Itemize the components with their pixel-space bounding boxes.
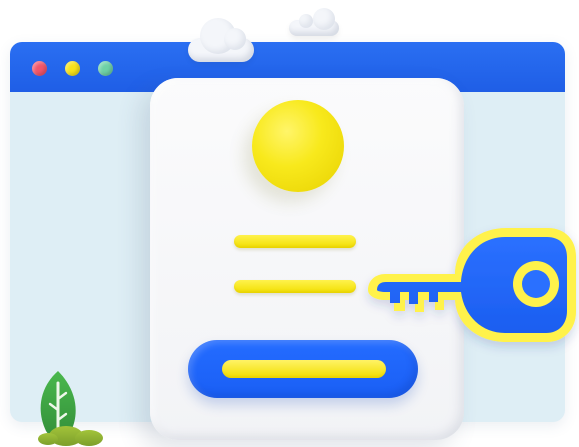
plant-decoration: [38, 371, 103, 446]
window-close-dot-icon: [32, 61, 47, 76]
login-button-label-placeholder: [222, 360, 386, 378]
password-field[interactable]: [234, 280, 356, 293]
user-avatar-icon: [252, 100, 344, 192]
login-illustration: [0, 0, 579, 447]
window-maximize-dot-icon: [98, 61, 113, 76]
window-minimize-dot-icon: [65, 61, 80, 76]
cloud-icon: [188, 18, 254, 62]
cloud-icon: [289, 8, 339, 36]
key-icon: [368, 228, 576, 342]
username-field[interactable]: [234, 235, 356, 248]
